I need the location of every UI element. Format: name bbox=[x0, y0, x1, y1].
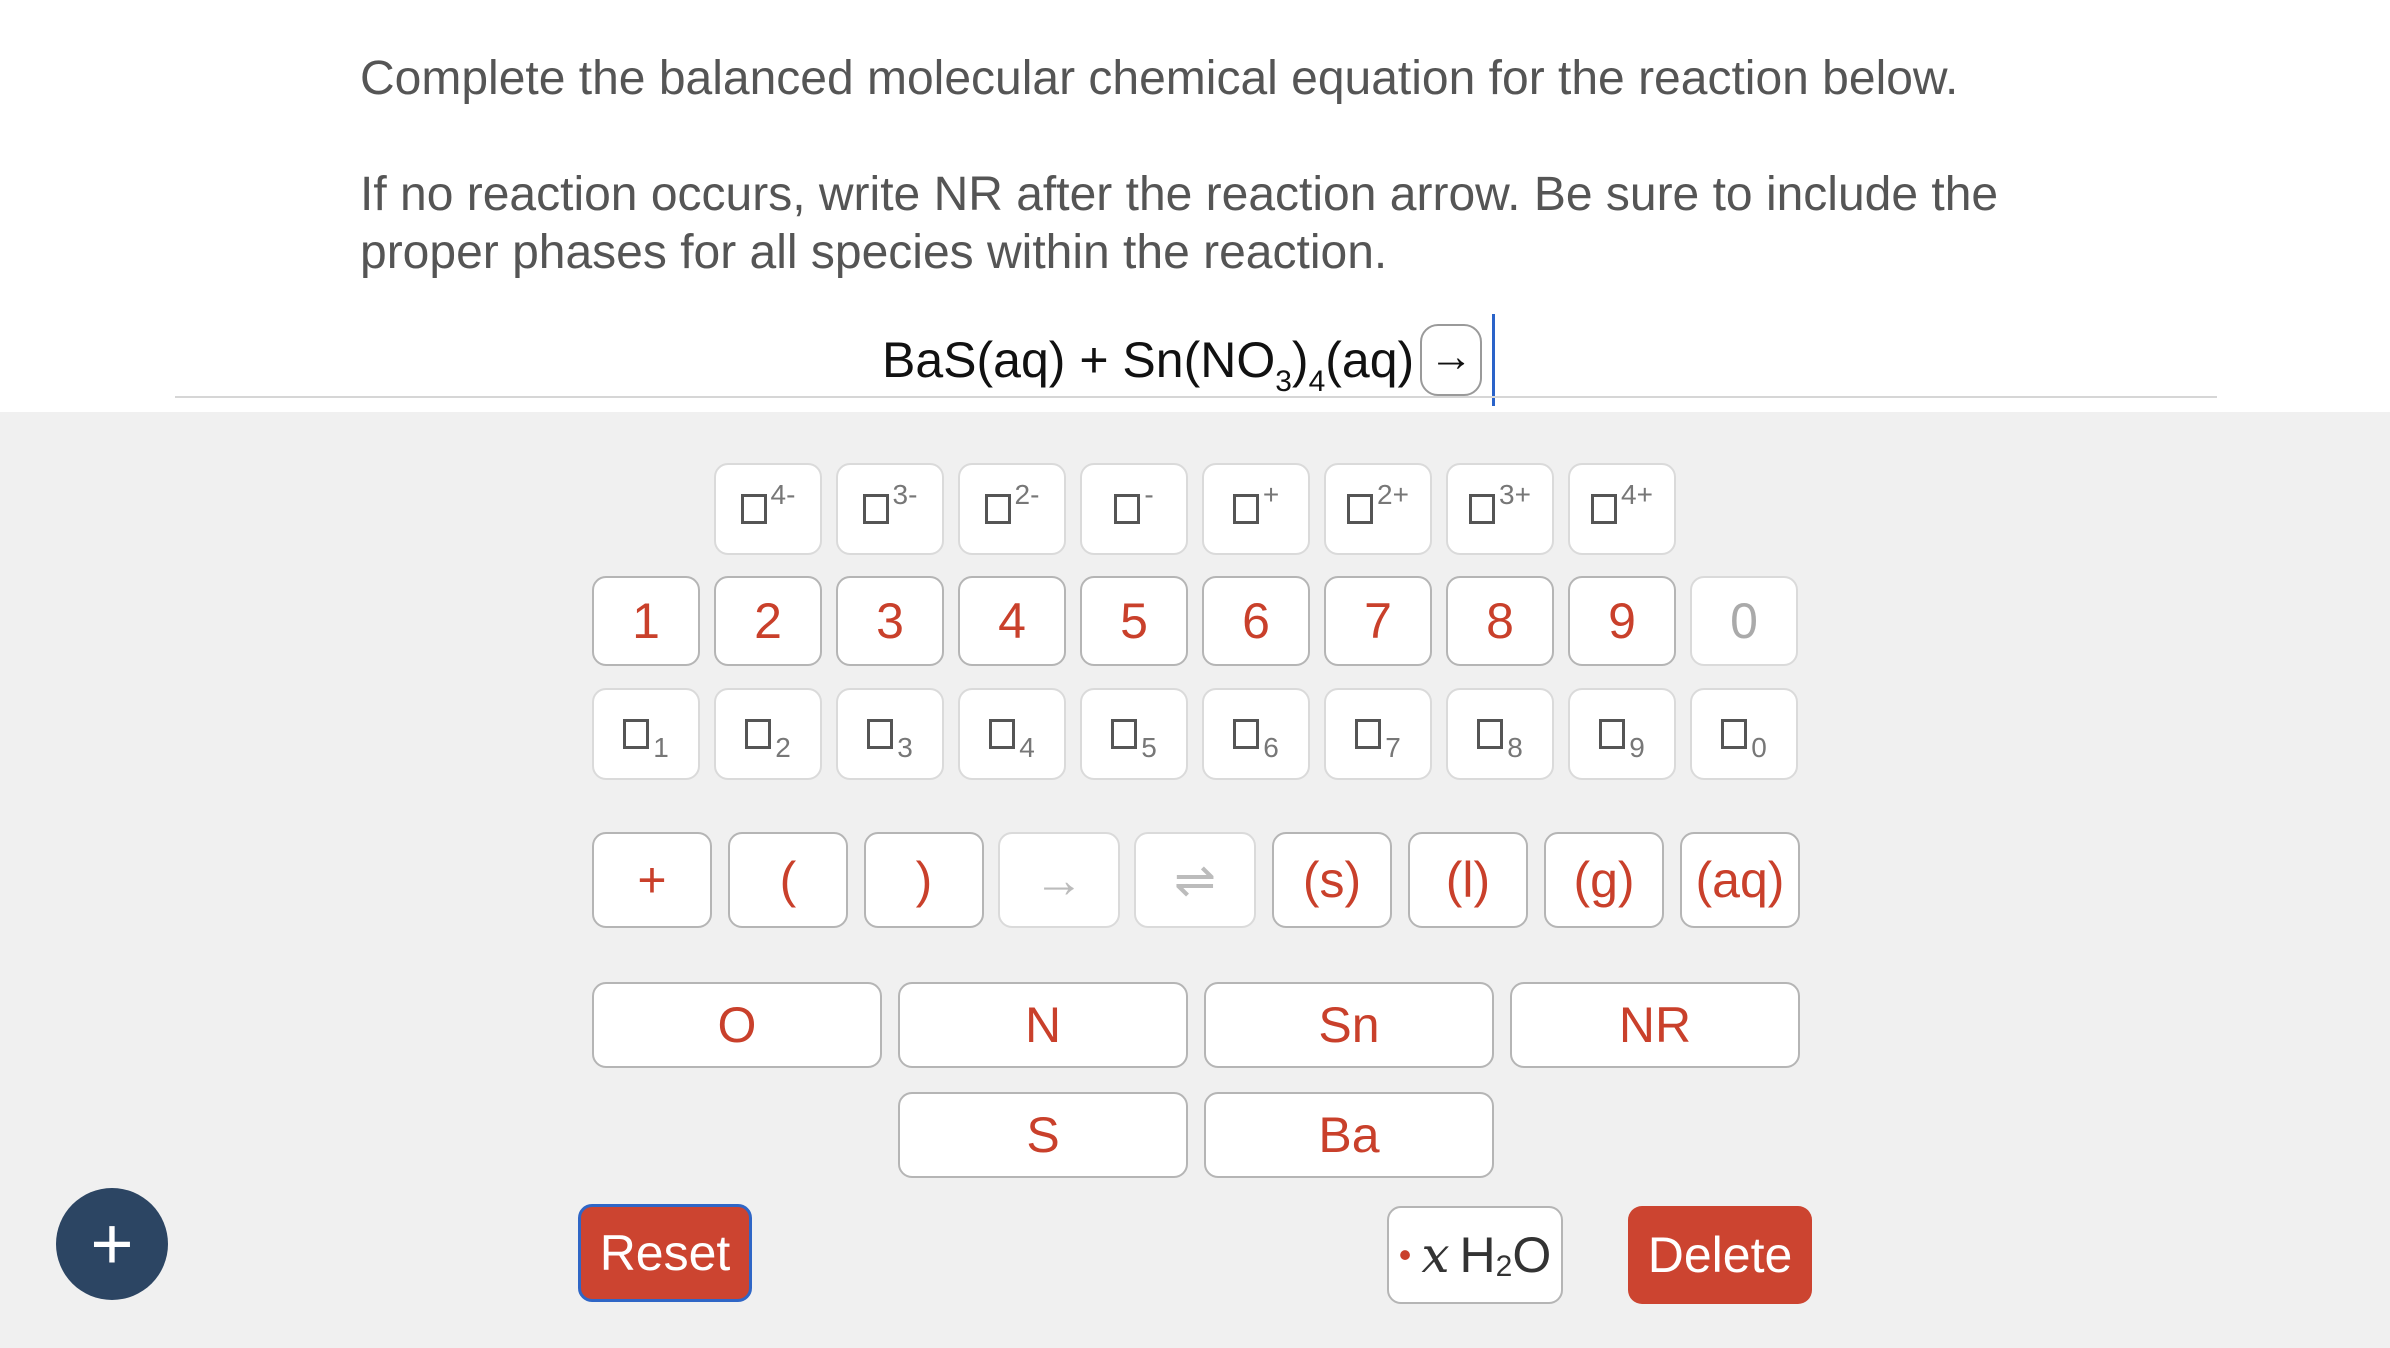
placeholder-square-icon bbox=[1233, 719, 1260, 749]
delete-button[interactable]: Delete bbox=[1628, 1206, 1812, 1304]
number-key-2[interactable]: 2 bbox=[714, 576, 822, 666]
placeholder-square-icon bbox=[1111, 719, 1138, 749]
element-key-n[interactable]: N bbox=[898, 982, 1188, 1068]
reaction-arrow-key[interactable]: → bbox=[998, 832, 1120, 928]
charge-key-4-plus[interactable]: 4+ bbox=[1568, 463, 1676, 555]
subscript-key-6[interactable]: 6 bbox=[1202, 688, 1310, 780]
element-key-sn[interactable]: Sn bbox=[1204, 982, 1494, 1068]
charge-key-3-minus[interactable]: 3- bbox=[836, 463, 944, 555]
charge-key-2-plus[interactable]: 2+ bbox=[1324, 463, 1432, 555]
placeholder-square-icon bbox=[1477, 719, 1504, 749]
equation-subscript-3: 3 bbox=[1275, 365, 1292, 399]
element-key-o[interactable]: O bbox=[592, 982, 882, 1068]
placeholder-square-icon bbox=[623, 719, 650, 749]
prompt-line-1: Complete the balanced molecular chemical… bbox=[360, 52, 1959, 105]
equilibrium-arrow-key[interactable]: ⇌ bbox=[1134, 832, 1256, 928]
hydrate-x: x bbox=[1421, 1226, 1450, 1284]
number-key-5[interactable]: 5 bbox=[1080, 576, 1188, 666]
number-key-9[interactable]: 9 bbox=[1568, 576, 1676, 666]
placeholder-square-icon bbox=[1599, 719, 1626, 749]
placeholder-square-icon bbox=[867, 719, 894, 749]
element-key-ba[interactable]: Ba bbox=[1204, 1092, 1494, 1178]
placeholder-square-icon bbox=[740, 494, 767, 524]
hydrate-h: H bbox=[1459, 1227, 1496, 1283]
element-key-s[interactable]: S bbox=[898, 1092, 1188, 1178]
hydrate-o: O bbox=[1512, 1227, 1552, 1283]
placeholder-square-icon bbox=[1232, 494, 1259, 524]
charge-key-3-plus[interactable]: 3+ bbox=[1446, 463, 1554, 555]
hydrate-subscript-2: 2 bbox=[1495, 1250, 1513, 1283]
number-key-4[interactable]: 4 bbox=[958, 576, 1066, 666]
hydrate-water-button[interactable]: • x H 2 O bbox=[1387, 1206, 1563, 1304]
placeholder-square-icon bbox=[1469, 494, 1496, 524]
placeholder-square-icon bbox=[1721, 719, 1748, 749]
close-paren-key[interactable]: ) bbox=[864, 832, 984, 928]
placeholder-square-icon bbox=[862, 494, 889, 524]
subscript-key-9[interactable]: 9 bbox=[1568, 688, 1676, 780]
hydrate-dot: • bbox=[1398, 1234, 1412, 1275]
text-cursor bbox=[1492, 314, 1496, 406]
charge-key-minus[interactable]: - bbox=[1080, 463, 1188, 555]
placeholder-square-icon bbox=[984, 494, 1011, 524]
charge-key-4-minus[interactable]: 4- bbox=[714, 463, 822, 555]
divider bbox=[175, 396, 2217, 398]
number-key-7[interactable]: 7 bbox=[1324, 576, 1432, 666]
equation-phase: (aq) bbox=[1325, 332, 1415, 389]
charge-key-plus[interactable]: + bbox=[1202, 463, 1310, 555]
subscript-key-0[interactable]: 0 bbox=[1690, 688, 1798, 780]
subscript-key-1[interactable]: 1 bbox=[592, 688, 700, 780]
placeholder-square-icon bbox=[745, 719, 772, 749]
equation-subscript-4: 4 bbox=[1308, 365, 1326, 399]
plus-key[interactable]: + bbox=[592, 832, 712, 928]
charge-key-2-minus[interactable]: 2- bbox=[958, 463, 1066, 555]
subscript-key-5[interactable]: 5 bbox=[1080, 688, 1188, 780]
placeholder-square-icon bbox=[1114, 494, 1141, 524]
open-paren-key[interactable]: ( bbox=[728, 832, 848, 928]
number-key-6[interactable]: 6 bbox=[1202, 576, 1310, 666]
number-key-3[interactable]: 3 bbox=[836, 576, 944, 666]
phase-solid-key[interactable]: (s) bbox=[1272, 832, 1392, 928]
number-key-0[interactable]: 0 bbox=[1690, 576, 1798, 666]
subscript-key-4[interactable]: 4 bbox=[958, 688, 1066, 780]
phase-gas-key[interactable]: (g) bbox=[1544, 832, 1664, 928]
placeholder-square-icon bbox=[1355, 719, 1382, 749]
placeholder-square-icon bbox=[989, 719, 1016, 749]
subscript-key-8[interactable]: 8 bbox=[1446, 688, 1554, 780]
no-reaction-key[interactable]: NR bbox=[1510, 982, 1800, 1068]
equation-arrow-slot[interactable]: → bbox=[1420, 324, 1483, 396]
reset-button[interactable]: Reset bbox=[578, 1204, 752, 1302]
number-key-1[interactable]: 1 bbox=[592, 576, 700, 666]
placeholder-square-icon bbox=[1347, 494, 1374, 524]
placeholder-square-icon bbox=[1591, 494, 1618, 524]
subscript-key-3[interactable]: 3 bbox=[836, 688, 944, 780]
phase-aqueous-key[interactable]: (aq) bbox=[1680, 832, 1800, 928]
prompt-line-2: If no reaction occurs, write NR after th… bbox=[360, 168, 1999, 279]
subscript-key-7[interactable]: 7 bbox=[1324, 688, 1432, 780]
equation-reactant-text: BaS(aq) + Sn(NO bbox=[882, 332, 1276, 389]
number-key-8[interactable]: 8 bbox=[1446, 576, 1554, 666]
add-button[interactable]: + bbox=[56, 1188, 168, 1300]
subscript-key-2[interactable]: 2 bbox=[714, 688, 822, 780]
equation-paren: ) bbox=[1291, 332, 1309, 389]
phase-liquid-key[interactable]: (l) bbox=[1408, 832, 1528, 928]
